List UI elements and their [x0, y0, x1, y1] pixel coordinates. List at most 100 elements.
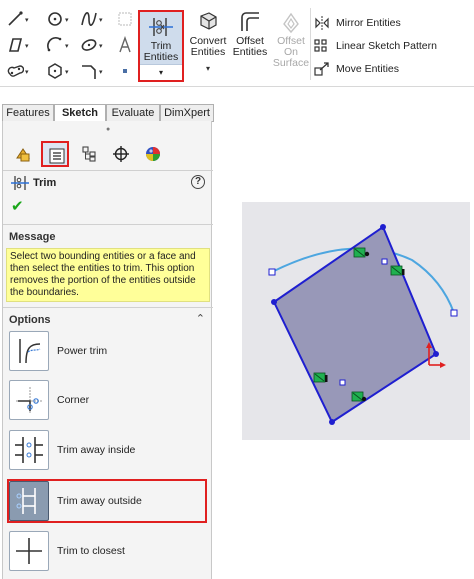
feature-tree-icon: [16, 148, 30, 162]
arc-midpoint[interactable]: [381, 258, 388, 265]
message-header-label: Message: [9, 231, 56, 243]
configuration-manager-tab[interactable]: [75, 141, 103, 167]
rectangle-tool-icon[interactable]: [6, 36, 24, 54]
slot-tool-icon[interactable]: [6, 62, 25, 80]
options-separator: [3, 307, 213, 308]
appearance-sphere-icon: [146, 147, 160, 161]
sketch-fillet-disabled-icon: [116, 10, 134, 28]
trim-away-inside-icon: [15, 437, 43, 463]
feature-manager-tab[interactable]: [9, 141, 37, 167]
polygon-dropdown-icon[interactable]: ▾: [65, 68, 69, 76]
property-manager-panel: ● Trim ? ✔ Message Select two bounding e…: [2, 121, 213, 579]
relation-marker-right[interactable]: [390, 265, 405, 276]
offset-label-line2: Entities: [232, 46, 268, 58]
display-manager-tab[interactable]: [139, 141, 167, 167]
trim-to-closest-option[interactable]: Trim to closest: [9, 531, 205, 573]
power-trim-label: Power trim: [57, 345, 108, 357]
power-trim-option[interactable]: Power trim: [9, 331, 205, 373]
ok-checkmark-icon[interactable]: ✔: [11, 197, 24, 215]
circle-dropdown-icon[interactable]: ▾: [65, 16, 69, 24]
help-icon[interactable]: ?: [191, 175, 205, 189]
arc-endpoint-end[interactable]: [450, 309, 458, 317]
offset-on-surface-label: Offset On Surface: [272, 36, 310, 69]
chamfer-dropdown-icon[interactable]: ▾: [99, 68, 103, 76]
spline-tool-icon[interactable]: [80, 10, 98, 28]
message-section-header[interactable]: Message: [3, 228, 211, 246]
trim-entities-label: Trim Entities: [140, 41, 182, 63]
sketch-chamfer-icon[interactable]: [80, 62, 98, 80]
trim-entities-button[interactable]: Trim Entities ▾: [138, 10, 184, 82]
power-trim-icon: [19, 339, 41, 364]
text-tool-icon[interactable]: [116, 35, 134, 54]
ellipse-tool-icon[interactable]: [80, 36, 98, 54]
tab-dimxpert[interactable]: DimXpert: [160, 104, 214, 122]
rectangle-dropdown-icon[interactable]: ▾: [25, 42, 29, 50]
trim-to-closest-icon: [16, 538, 42, 564]
corner-label: Corner: [57, 394, 90, 406]
tab-sketch[interactable]: Sketch: [54, 104, 106, 122]
spline-dropdown-icon[interactable]: ▾: [99, 16, 103, 24]
point-tool-icon[interactable]: [116, 62, 134, 80]
trim-to-closest-label: Trim to closest: [57, 545, 125, 557]
configuration-icon: [82, 146, 96, 162]
options-section-header[interactable]: Options ⌃: [3, 311, 211, 329]
polygon-tool-icon[interactable]: [46, 62, 64, 80]
trim-away-inside-icon-box: [9, 430, 49, 470]
tab-features[interactable]: Features: [2, 104, 54, 122]
mirror-entities-label: Mirror Entities: [336, 17, 401, 29]
ribbon-separator: [310, 8, 311, 80]
mirror-entities-icon: [315, 16, 329, 30]
move-entities-label: Move Entities: [336, 63, 400, 75]
corner-option[interactable]: Corner: [9, 380, 205, 422]
convert-entities-dropdown[interactable]: ▾: [186, 64, 230, 73]
trim-icon: [11, 176, 29, 190]
power-trim-icon-box: [9, 331, 49, 371]
offset-on-surface-button: Offset On Surface: [272, 10, 310, 80]
arc-endpoint-start[interactable]: [268, 268, 276, 276]
linear-sketch-pattern-button[interactable]: Linear Sketch Pattern: [314, 37, 474, 55]
crosshair-icon: [113, 146, 129, 162]
collapse-chevron-icon[interactable]: ⌃: [196, 312, 205, 325]
graphics-area[interactable]: [242, 202, 470, 440]
trim-entities-dropdown[interactable]: ▾: [140, 64, 182, 80]
offset-entities-icon: [237, 10, 263, 34]
offset-entities-label: Offset Entities: [230, 36, 270, 58]
convert-entities-label: Convert Entities: [186, 36, 230, 58]
move-entities-button[interactable]: Move Entities: [314, 60, 474, 78]
tab-evaluate[interactable]: Evaluate: [106, 104, 160, 122]
sketch-tools-grid: ▾ ▾ ▾ ▾ ▾ ▾ ▾ ▾ ▾: [4, 8, 132, 82]
message-box: Select two bounding entities or a face a…: [6, 248, 210, 302]
corner-icon-box: [9, 380, 49, 420]
linear-pattern-icon: [314, 39, 327, 52]
slot-dropdown-icon[interactable]: ▾: [25, 68, 29, 76]
line-tool-icon[interactable]: [6, 10, 24, 28]
ellipse-dropdown-icon[interactable]: ▾: [99, 42, 103, 50]
convert-entities-button[interactable]: Convert Entities ▾: [186, 10, 230, 80]
property-manager-title: Trim: [33, 177, 57, 189]
line-dropdown-icon[interactable]: ▾: [25, 16, 29, 24]
panel-collapse-handle[interactable]: ●: [106, 126, 110, 133]
property-list-icon: [49, 148, 65, 164]
circle-tool-icon[interactable]: [46, 10, 64, 28]
solidworks-window: ▾ ▾ ▾ ▾ ▾ ▾ ▾ ▾ ▾ Trim Entities ▾ Conver…: [0, 0, 474, 579]
vertex-bottom[interactable]: [329, 419, 335, 425]
sketch-viewport[interactable]: [242, 202, 470, 440]
command-manager-ribbon: ▾ ▾ ▾ ▾ ▾ ▾ ▾ ▾ ▾ Trim Entities ▾ Conver…: [0, 0, 474, 86]
move-entities-icon: [314, 62, 329, 76]
arc-tool-icon[interactable]: [46, 36, 64, 54]
edge-midpoint[interactable]: [339, 379, 346, 386]
mirror-entities-button[interactable]: Mirror Entities: [314, 14, 474, 32]
offset-entities-button[interactable]: Offset Entities: [230, 10, 270, 80]
trim-away-inside-option[interactable]: Trim away inside: [9, 430, 205, 472]
vertex-right[interactable]: [433, 351, 439, 357]
tabs-separator: [3, 170, 213, 171]
linear-sketch-pattern-label: Linear Sketch Pattern: [336, 40, 437, 52]
trim-to-closest-icon-box: [9, 531, 49, 571]
vertex-top[interactable]: [380, 224, 386, 230]
arc-dropdown-icon[interactable]: ▾: [65, 42, 69, 50]
convert-entities-icon: [195, 10, 221, 34]
trim-entities-icon: [148, 15, 174, 39]
vertex-left[interactable]: [271, 299, 277, 305]
dimxpert-manager-tab[interactable]: [107, 141, 135, 167]
property-manager-tab[interactable]: [41, 141, 69, 167]
